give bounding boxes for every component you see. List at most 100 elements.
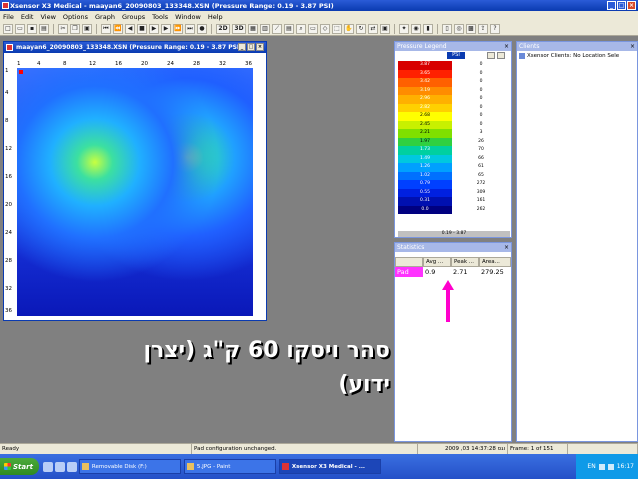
legend-options-icon[interactable] xyxy=(487,52,495,59)
grid-icon[interactable]: ▦ xyxy=(248,23,258,34)
new-file-icon[interactable]: □ xyxy=(3,23,13,34)
menu-edit[interactable]: Edit xyxy=(21,13,34,21)
calibrate-icon[interactable]: ◎ xyxy=(454,23,464,34)
legend-count: 0 xyxy=(479,62,483,67)
pressure-legend-titlebar[interactable]: Pressure Legend × xyxy=(395,42,511,51)
quicklaunch-explorer-icon[interactable] xyxy=(66,461,77,472)
x-tick: 12 xyxy=(89,61,96,67)
menu-graph[interactable]: Graph xyxy=(95,13,115,21)
client-icon xyxy=(519,53,525,59)
pressure-heatmap[interactable] xyxy=(17,68,253,316)
statistics-titlebar[interactable]: Statistics × xyxy=(395,243,511,252)
x-tick: 8 xyxy=(63,61,67,67)
paste-icon[interactable]: ▣ xyxy=(82,23,92,34)
menu-help[interactable]: Help xyxy=(208,13,223,21)
child-maximize-button[interactable]: □ xyxy=(247,43,255,51)
pressure-legend-close-icon[interactable]: × xyxy=(504,43,509,50)
child-close-button[interactable]: × xyxy=(256,43,264,51)
zoom-icon[interactable]: ⌕ xyxy=(296,23,306,34)
pressure-legend-panel: Pressure Legend × PSI 3.87 3.65 3.42 3.19 2.… xyxy=(394,41,512,238)
export-icon[interactable]: ⇪ xyxy=(478,23,488,34)
menu-tools[interactable]: Tools xyxy=(152,13,168,21)
last-frame-icon[interactable]: ⏭ xyxy=(185,23,195,34)
view-2d-button[interactable]: 2D xyxy=(216,23,230,34)
table-row[interactable]: Pad 0.9 2.71 279.25 xyxy=(395,267,511,277)
ruler-icon[interactable]: ▭ xyxy=(308,23,318,34)
task-label: Removable Disk (F:) xyxy=(91,463,147,470)
language-indicator[interactable]: EN xyxy=(587,463,595,470)
play-icon[interactable]: ▶ xyxy=(149,23,159,34)
legend-level: 1.73 xyxy=(398,146,452,155)
rewind-icon[interactable]: ⏪ xyxy=(113,23,123,34)
stats-col-area[interactable]: Area... xyxy=(479,257,511,267)
table-icon[interactable]: ▤ xyxy=(284,23,294,34)
menu-options[interactable]: Options xyxy=(63,13,88,21)
y-tick: 24 xyxy=(5,230,12,236)
legend-level: 2.82 xyxy=(398,103,452,112)
stop-icon[interactable]: ■ xyxy=(137,23,147,34)
x-tick: 1 xyxy=(17,61,21,67)
network-icon[interactable] xyxy=(598,463,605,470)
clients-close-icon[interactable]: × xyxy=(630,43,635,50)
sensor-icon[interactable]: ▩ xyxy=(466,23,476,34)
app-titlebar[interactable]: Xsensor X3 Medical - maayan6_20090803_13… xyxy=(0,0,638,11)
menu-window[interactable]: Window xyxy=(175,13,201,21)
select-icon[interactable]: ⬚ xyxy=(332,23,342,34)
list-item[interactable]: Xsensor Clients: No Location Sele xyxy=(517,51,637,61)
palette-icon[interactable]: ◉ xyxy=(411,23,421,34)
shape-icon[interactable]: ◇ xyxy=(320,23,330,34)
close-button[interactable]: × xyxy=(627,1,636,10)
minimize-button[interactable]: _ xyxy=(607,1,616,10)
quicklaunch-media-icon[interactable] xyxy=(54,461,65,472)
quicklaunch-browser-icon[interactable] xyxy=(42,461,53,472)
child-minimize-button[interactable]: _ xyxy=(238,43,246,51)
hand-icon[interactable]: ✋ xyxy=(344,23,354,34)
stats-col-peak[interactable]: Peak ... xyxy=(451,257,479,267)
rotate-icon[interactable]: ↻ xyxy=(356,23,366,34)
menu-groups[interactable]: Groups xyxy=(122,13,145,21)
device-icon[interactable]: ▯ xyxy=(442,23,452,34)
wand-icon[interactable]: ✦ xyxy=(399,23,409,34)
stats-col-avg[interactable]: Avg ... xyxy=(423,257,451,267)
volume-icon[interactable] xyxy=(607,463,614,470)
task-removable-disk[interactable]: Removable Disk (F:) xyxy=(78,459,181,474)
save-icon[interactable]: ▪ xyxy=(27,23,37,34)
app-icon[interactable] xyxy=(2,2,9,9)
help-icon[interactable]: ? xyxy=(490,23,500,34)
legend-settings-icon[interactable] xyxy=(497,52,505,59)
fast-forward-icon[interactable]: ⏩ xyxy=(173,23,183,34)
x-tick: 4 xyxy=(37,61,41,67)
start-button[interactable]: Start xyxy=(0,458,39,475)
open-folder-icon[interactable]: ▭ xyxy=(15,23,25,34)
menu-file[interactable]: File xyxy=(3,13,14,21)
bar-graph-icon[interactable]: ▥ xyxy=(260,23,270,34)
step-back-icon[interactable]: ◀ xyxy=(125,23,135,34)
cut-icon[interactable]: ✂ xyxy=(58,23,68,34)
legend-icon[interactable]: ▮ xyxy=(423,23,433,34)
legend-count: 26 xyxy=(478,138,484,144)
print-icon[interactable]: ▤ xyxy=(39,23,49,34)
clients-titlebar[interactable]: Clients × xyxy=(517,42,637,51)
step-forward-icon[interactable]: ▶ xyxy=(161,23,171,34)
first-frame-icon[interactable]: ⏮ xyxy=(101,23,111,34)
toolbar-separator xyxy=(211,23,212,34)
pressure-unit-label[interactable]: PSI xyxy=(447,52,465,59)
flip-icon[interactable]: ⇄ xyxy=(368,23,378,34)
camera-icon[interactable]: ▣ xyxy=(380,23,390,34)
task-xsensor[interactable]: Xsensor X3 Medical - ... xyxy=(278,459,381,474)
copy-icon[interactable]: ❐ xyxy=(70,23,80,34)
child-window-controls: _ □ × xyxy=(238,43,264,51)
record-icon[interactable]: ● xyxy=(197,23,207,34)
legend-count: 0 xyxy=(479,87,483,93)
xsensor-icon xyxy=(281,463,289,470)
maximize-button[interactable]: □ xyxy=(617,1,626,10)
y-tick: 32 xyxy=(5,286,12,292)
menu-view[interactable]: View xyxy=(40,13,55,21)
legend-header: PSI xyxy=(395,51,511,60)
statistics-close-icon[interactable]: × xyxy=(504,244,509,251)
task-paint[interactable]: 5.JPG - Paint xyxy=(183,459,276,474)
line-graph-icon[interactable]: ⟋ xyxy=(272,23,282,34)
pressure-map-titlebar[interactable]: maayan6_20090803_133348.XSN (Pressure Ra… xyxy=(4,42,266,53)
legend-level: 3.42 xyxy=(398,78,452,87)
view-3d-button[interactable]: 3D xyxy=(232,23,246,34)
